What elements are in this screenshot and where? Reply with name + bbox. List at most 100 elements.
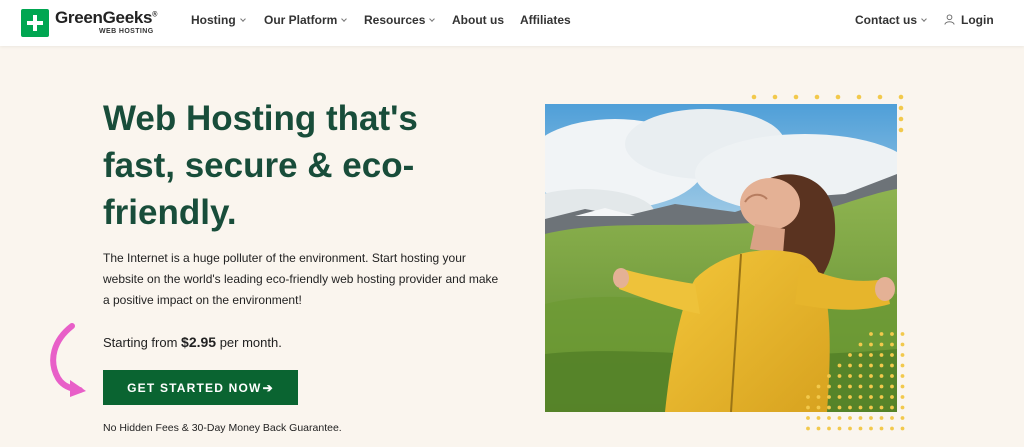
decorative-dot bbox=[890, 384, 894, 389]
decorative-dot bbox=[848, 405, 852, 410]
decorative-dot bbox=[898, 94, 904, 100]
money-back-guarantee: No Hidden Fees & 30-Day Money Back Guara… bbox=[103, 422, 342, 434]
decorative-dot bbox=[848, 384, 852, 389]
decorative-dot bbox=[806, 395, 810, 399]
decorative-dot bbox=[869, 332, 873, 336]
decorative-dot bbox=[858, 342, 863, 347]
decorative-dot bbox=[890, 363, 894, 368]
arrow-right-icon: ➔ bbox=[262, 380, 274, 395]
decorative-dot bbox=[869, 395, 873, 399]
decorative-dot bbox=[751, 94, 757, 100]
decorative-dot bbox=[835, 94, 841, 100]
decorative-dot bbox=[869, 363, 873, 368]
decorative-dot bbox=[900, 426, 905, 431]
decorative-dot bbox=[848, 395, 852, 399]
decorative-dot bbox=[858, 384, 863, 389]
decorative-dot bbox=[827, 416, 831, 420]
decorative-dot bbox=[898, 105, 904, 111]
decorative-dot bbox=[879, 426, 884, 431]
decorative-dot bbox=[848, 353, 852, 357]
decorative-dot bbox=[816, 426, 821, 431]
chevron-down-icon bbox=[239, 16, 246, 22]
decorative-dot bbox=[879, 353, 884, 357]
decorative-dot bbox=[900, 332, 905, 336]
nav-hosting[interactable]: Hosting bbox=[191, 13, 246, 27]
starting-price: Starting from $2.95 per month. bbox=[103, 334, 282, 350]
nav-about-us[interactable]: About us bbox=[452, 13, 504, 27]
logo-subtitle: WEB HOSTING bbox=[99, 28, 154, 35]
decorative-dot bbox=[900, 384, 905, 389]
decorative-dot bbox=[814, 94, 820, 100]
price-suffix: per month. bbox=[216, 335, 282, 350]
decorative-dot bbox=[848, 416, 852, 420]
decorative-dot bbox=[858, 405, 863, 410]
nav-our-platform[interactable]: Our Platform bbox=[264, 13, 348, 27]
price-value: $2.95 bbox=[181, 334, 217, 350]
decorative-dot bbox=[837, 426, 842, 431]
decorative-dot bbox=[890, 342, 894, 347]
hero-title-line-2: fast, secure & eco- bbox=[103, 146, 415, 185]
curved-arrow-icon bbox=[50, 323, 86, 397]
decorative-dot bbox=[900, 405, 905, 410]
decorative-dot bbox=[816, 405, 821, 410]
decorative-dot bbox=[877, 94, 883, 100]
decorative-dot bbox=[898, 116, 904, 122]
hero-title-line-1: Web Hosting that's bbox=[103, 99, 418, 138]
decorative-dot bbox=[806, 416, 810, 420]
decorative-dot bbox=[793, 94, 799, 100]
decorative-dot bbox=[879, 395, 884, 399]
decorative-dot bbox=[879, 342, 884, 347]
decorative-dot bbox=[879, 363, 884, 368]
decorative-dot bbox=[890, 405, 894, 410]
decorative-dots-bottom bbox=[806, 332, 905, 431]
decorative-dot bbox=[869, 353, 873, 357]
decorative-dot bbox=[858, 395, 863, 399]
nav-affiliates[interactable]: Affiliates bbox=[520, 13, 571, 27]
decorative-dot bbox=[890, 374, 894, 378]
decorative-dot bbox=[879, 416, 884, 420]
decorative-dot bbox=[816, 416, 821, 420]
decorative-dot bbox=[858, 416, 863, 420]
decorative-dot bbox=[900, 395, 905, 399]
decorative-dot bbox=[806, 405, 810, 410]
logo-registered-mark: ® bbox=[152, 11, 158, 19]
decorative-dot bbox=[837, 395, 842, 399]
hero-desc-line-3: a positive impact on the environment! bbox=[103, 293, 302, 307]
chevron-down-icon bbox=[921, 16, 927, 22]
decorative-dot bbox=[858, 363, 863, 368]
decorative-dot bbox=[869, 405, 873, 410]
decorative-dot bbox=[879, 374, 884, 378]
decorative-dot bbox=[898, 127, 904, 133]
plus-logo-icon bbox=[21, 9, 49, 37]
nav-platform-label: Our Platform bbox=[264, 13, 338, 27]
nav-login-label: Login bbox=[961, 13, 994, 27]
hero-desc-line-2: website on the world's leading eco-frien… bbox=[103, 272, 499, 286]
decorative-dot bbox=[900, 374, 905, 378]
decorative-dot bbox=[827, 426, 831, 431]
decorative-dot bbox=[837, 384, 842, 389]
hero-title-line-3: friendly. bbox=[103, 193, 237, 232]
nav-resources[interactable]: Resources bbox=[364, 13, 436, 27]
decorative-dot bbox=[837, 416, 842, 420]
hero-description: The Internet is a huge polluter of the e… bbox=[103, 248, 523, 311]
decorative-dot bbox=[848, 374, 852, 378]
get-started-button[interactable]: GET STARTED NOW ➔ bbox=[103, 370, 298, 405]
decorative-dot bbox=[806, 426, 810, 431]
decorative-dot bbox=[890, 332, 894, 336]
decorative-dot bbox=[890, 426, 894, 431]
decorative-dot bbox=[816, 384, 821, 389]
price-prefix: Starting from bbox=[103, 335, 182, 350]
top-navigation-bar: GreenGeeks® WEB HOSTING Hosting Our Plat… bbox=[0, 0, 1024, 46]
greengeeks-logo[interactable]: GreenGeeks® WEB HOSTING bbox=[21, 8, 161, 38]
decorative-dot bbox=[890, 395, 894, 399]
decorative-dot bbox=[848, 426, 852, 431]
decorative-dot bbox=[900, 353, 905, 357]
decorative-dot bbox=[837, 405, 842, 410]
chevron-down-icon bbox=[341, 16, 348, 22]
nav-login[interactable]: Login bbox=[944, 13, 994, 27]
nav-contact-us[interactable]: Contact us bbox=[855, 13, 927, 27]
decorative-dot bbox=[869, 342, 873, 347]
hero-desc-line-1: The Internet is a huge polluter of the e… bbox=[103, 251, 466, 265]
decorative-dot bbox=[890, 353, 894, 357]
decorative-dot bbox=[837, 363, 842, 368]
